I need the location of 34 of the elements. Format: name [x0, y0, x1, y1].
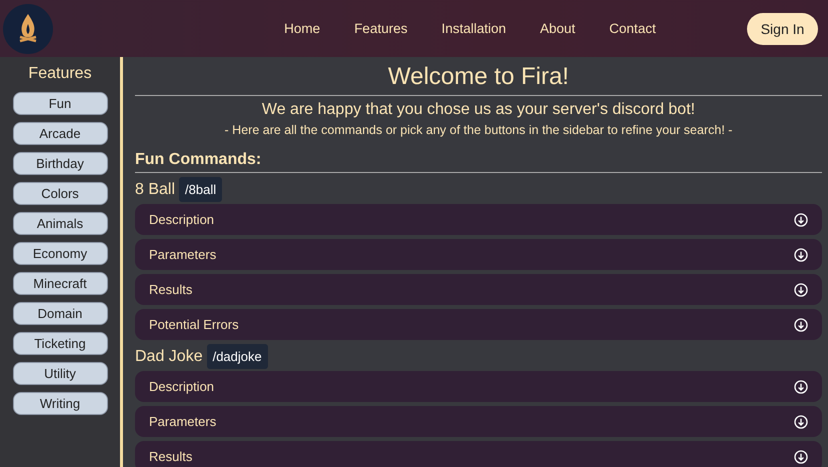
sidebar-button[interactable]: Colors: [12, 182, 108, 205]
section-heading: Fun Commands:: [135, 151, 822, 173]
accordion-item[interactable]: Results: [135, 274, 822, 305]
sidebar-button[interactable]: Fun: [12, 92, 108, 115]
sidebar-button[interactable]: Writing: [12, 392, 108, 415]
sidebar-button[interactable]: Economy: [12, 242, 108, 265]
sidebar-title: Features: [28, 65, 92, 83]
sidebar-button[interactable]: Ticketing: [12, 332, 108, 355]
sidebar-button[interactable]: Minecraft: [12, 272, 108, 295]
command-tag: /dadjoke: [206, 344, 268, 369]
sidebar-button[interactable]: Birthday: [12, 152, 108, 175]
accordion-item[interactable]: Description: [135, 371, 822, 402]
nav-link[interactable]: Contact: [592, 21, 673, 36]
command-name: Dad Joke: [135, 348, 203, 366]
sidebar-button[interactable]: Arcade: [12, 122, 108, 145]
page-subtitle: We are happy that you chose us as your server's discord bot!: [260, 101, 696, 119]
nav-link[interactable]: Home: [267, 21, 338, 36]
accordion-item[interactable]: Parameters: [135, 406, 822, 437]
accordion-item[interactable]: Parameters: [135, 239, 822, 270]
nav-link[interactable]: About: [523, 21, 592, 36]
sidebar-button[interactable]: Domain: [12, 302, 108, 325]
command-name: 8 Ball: [135, 180, 176, 198]
nav-link[interactable]: Features: [337, 21, 424, 36]
flame-logo-icon[interactable]: [3, 4, 53, 54]
sign-in-button[interactable]: Sign In: [747, 12, 818, 44]
command-tag: /8ball: [179, 177, 222, 202]
sidebar-button[interactable]: Utility: [12, 362, 108, 385]
page-hint: - Here are all the commands or pick any of the buttons in the sidebar to refine your search! -: [224, 123, 734, 137]
page-title: Welcome to Fira!: [135, 63, 822, 96]
accordion-item[interactable]: Results: [135, 441, 822, 467]
nav-link[interactable]: Installation: [424, 21, 524, 36]
sidebar-button[interactable]: Animals: [12, 212, 108, 235]
accordion-item[interactable]: Potential Errors: [135, 309, 822, 340]
accordion-item[interactable]: Description: [135, 204, 822, 235]
